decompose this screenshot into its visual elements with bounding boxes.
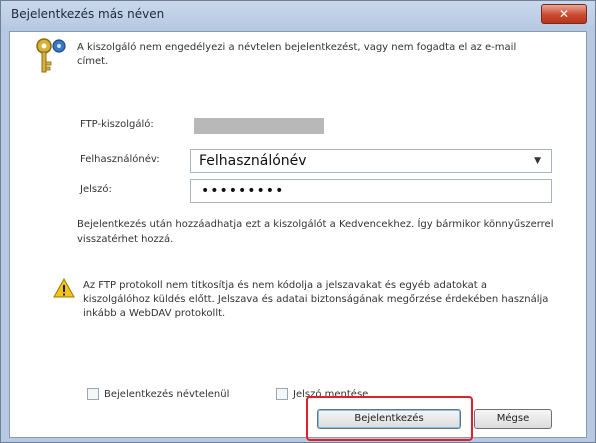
key-icon [36, 38, 66, 73]
warning-icon [53, 278, 75, 298]
window-title: Bejelentkezés más néven [11, 7, 165, 21]
server-value-redacted [194, 118, 324, 134]
password-field[interactable]: ••••••••• [190, 179, 552, 203]
ftp-warning: Az FTP protokoll nem titkosítja és nem k… [83, 280, 549, 319]
chevron-down-icon[interactable]: ▼ [534, 150, 541, 172]
cancel-button[interactable]: Mégse [474, 409, 552, 429]
error-message: A kiszolgáló nem engedélyezi a névtelen … [77, 42, 517, 67]
username-label: Felhasználónév: [80, 154, 160, 165]
password-label: Jelszó: [80, 184, 112, 195]
username-value: Felhasználónév [199, 153, 307, 169]
anonymous-login-label: Bejelentkezés névtelenül [104, 388, 230, 400]
title-bar[interactable]: Bejelentkezés más néven ✕ [1, 1, 596, 31]
checkbox-box[interactable] [87, 388, 99, 400]
highlight-box [306, 396, 473, 441]
password-value: ••••••••• [201, 183, 285, 199]
anonymous-login-checkbox[interactable]: Bejelentkezés névtelenül [87, 388, 229, 400]
favorites-info: Bejelentkezés után hozzáadhatja ezt a ki… [77, 219, 554, 245]
dialog-window: Bejelentkezés más néven ✕ A kiszolgáló n… [0, 0, 596, 443]
checkbox-box[interactable] [276, 388, 288, 400]
close-button[interactable]: ✕ [541, 4, 587, 24]
server-label: FTP-kiszolgáló: [80, 119, 154, 130]
username-combobox[interactable]: Felhasználónév ▼ [190, 149, 552, 173]
close-icon: ✕ [558, 7, 570, 21]
